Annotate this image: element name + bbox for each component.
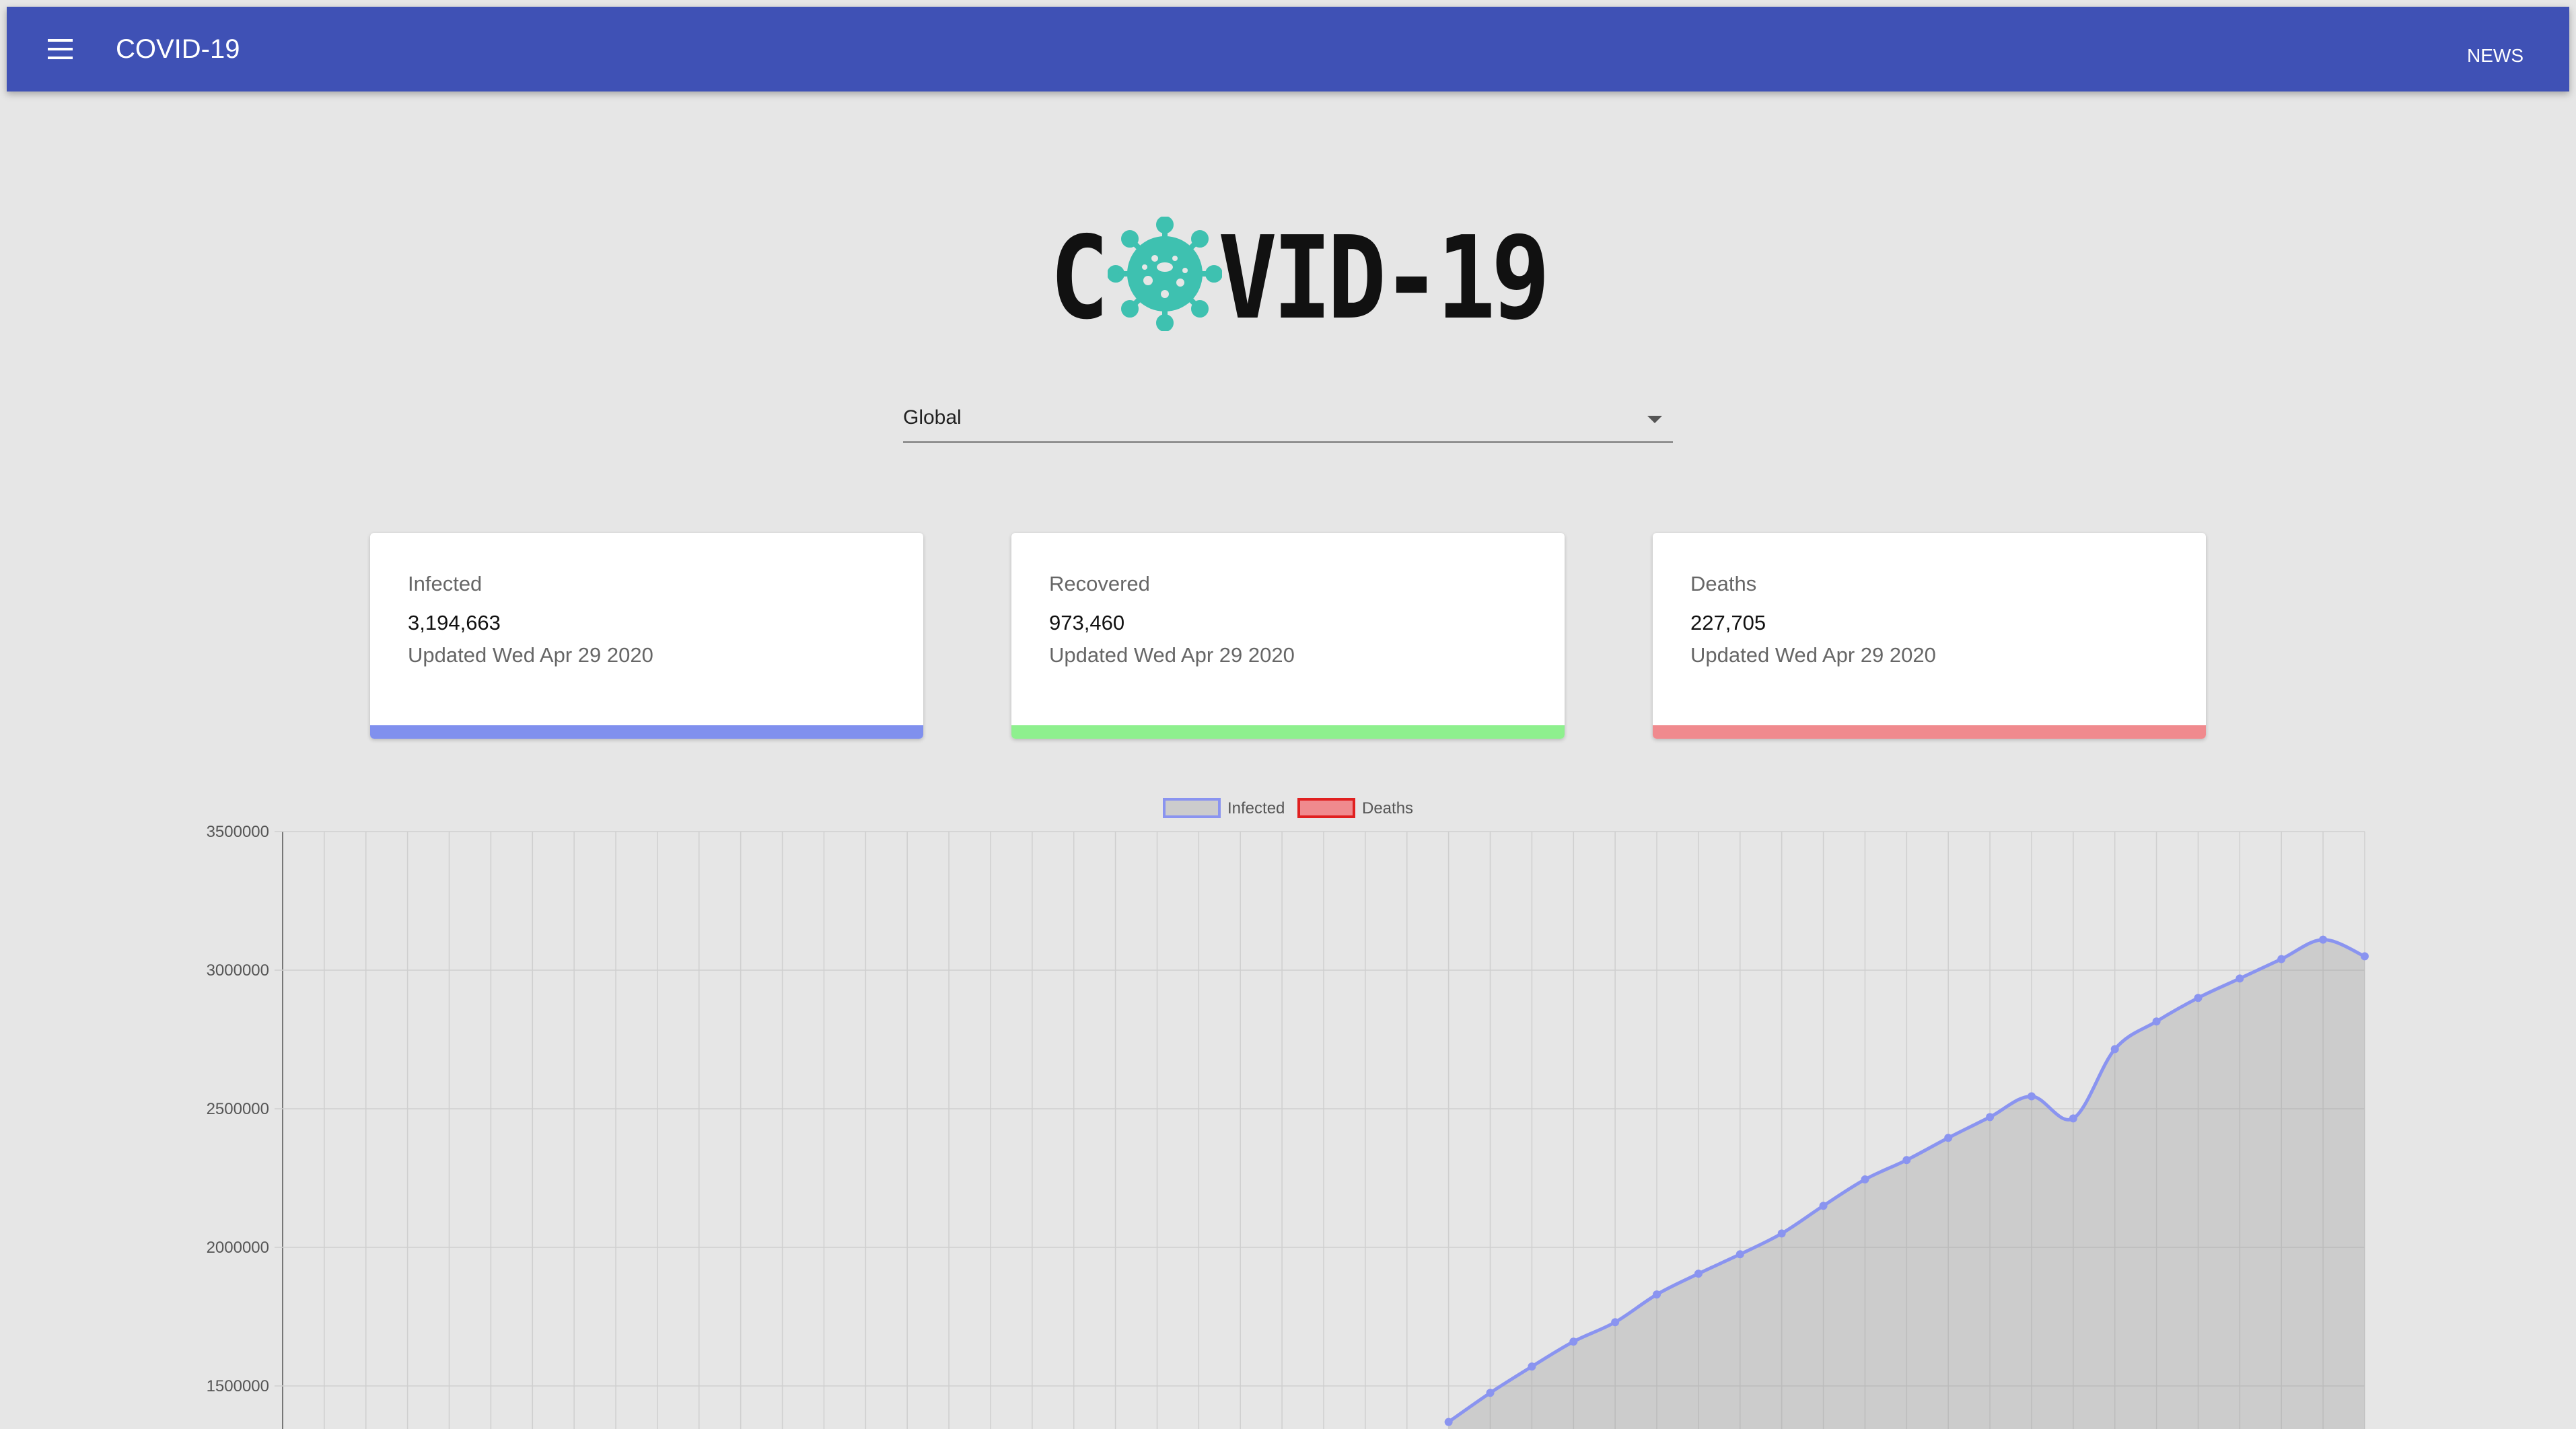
card-value: 3,194,663 [408, 611, 501, 634]
infected-point [1861, 1175, 1869, 1184]
recovered-card: Recovered 973,460 Updated Wed Apr 29 202… [1011, 533, 1565, 739]
infected-point [1944, 1134, 1953, 1142]
app-bar: COVID-19 NEWS [7, 7, 2569, 91]
chevron-down-icon [1647, 416, 1662, 423]
logo-text-left: C [1050, 212, 1109, 345]
card-label: Infected [408, 572, 482, 595]
infected-point [1611, 1318, 1620, 1327]
infected-point [2152, 1017, 2161, 1026]
card-label: Recovered [1049, 572, 1150, 595]
card-value: 973,460 [1049, 611, 1125, 634]
infected-point [1444, 1418, 1453, 1426]
card-updated: Updated Wed Apr 29 2020 [408, 643, 653, 667]
y-tick-label: 3500000 [207, 823, 269, 841]
infected-point [1569, 1338, 1578, 1346]
infected-point [2027, 1092, 2036, 1101]
country-select-value: Global [903, 406, 962, 429]
infected-point [2277, 955, 2286, 963]
card-color-bar [1011, 725, 1565, 739]
legend-swatch [1163, 798, 1221, 818]
legend-label: Infected [1227, 799, 1285, 817]
card-label: Deaths [1690, 572, 1757, 595]
hamburger-menu-icon[interactable] [44, 36, 77, 63]
y-tick-label: 1500000 [207, 1377, 269, 1395]
y-tick-label: 2500000 [207, 1100, 269, 1118]
covid-logo: C VID-19 [1050, 212, 1550, 345]
y-tick-label: 3000000 [207, 961, 269, 980]
infected-point [1694, 1270, 1703, 1278]
card-color-bar [370, 725, 923, 739]
y-tick-label: 2000000 [207, 1239, 269, 1257]
card-value: 227,705 [1690, 611, 1766, 634]
cases-chart: 3500000 3000000 2500000 2000000 1500000 Infec… [207, 798, 2369, 1429]
virus-icon [1108, 217, 1222, 331]
country-select[interactable]: Global [903, 396, 1673, 443]
infected-point [1819, 1202, 1828, 1210]
infected-point [2319, 935, 2328, 944]
infected-point [2069, 1114, 2077, 1123]
select-underline [903, 441, 1673, 443]
deaths-card: Deaths 227,705 Updated Wed Apr 29 2020 [1653, 533, 2206, 739]
card-updated: Updated Wed Apr 29 2020 [1049, 643, 1295, 667]
app-title: COVID-19 [116, 34, 240, 64]
infected-point [2361, 952, 2369, 961]
chart-legend: Infected Deaths [1163, 798, 1413, 818]
infected-point [1736, 1250, 1744, 1259]
news-button[interactable]: NEWS [2455, 36, 2536, 76]
infected-point [2194, 994, 2203, 1002]
legend-label: Deaths [1362, 799, 1413, 817]
infected-point [1986, 1113, 1995, 1122]
infected-point [2110, 1045, 2119, 1054]
card-color-bar [1653, 725, 2206, 739]
infected-point [1528, 1362, 1536, 1371]
card-updated: Updated Wed Apr 29 2020 [1690, 643, 1936, 667]
infected-point [1653, 1290, 1661, 1299]
infected-point [1902, 1156, 1911, 1165]
infected-point [1486, 1389, 1495, 1397]
logo-text-right: VID-19 [1218, 212, 1550, 345]
infected-point [1777, 1229, 1786, 1238]
infected-point [2235, 974, 2244, 983]
legend-swatch [1297, 798, 1355, 818]
infected-card: Infected 3,194,663 Updated Wed Apr 29 20… [370, 533, 923, 739]
